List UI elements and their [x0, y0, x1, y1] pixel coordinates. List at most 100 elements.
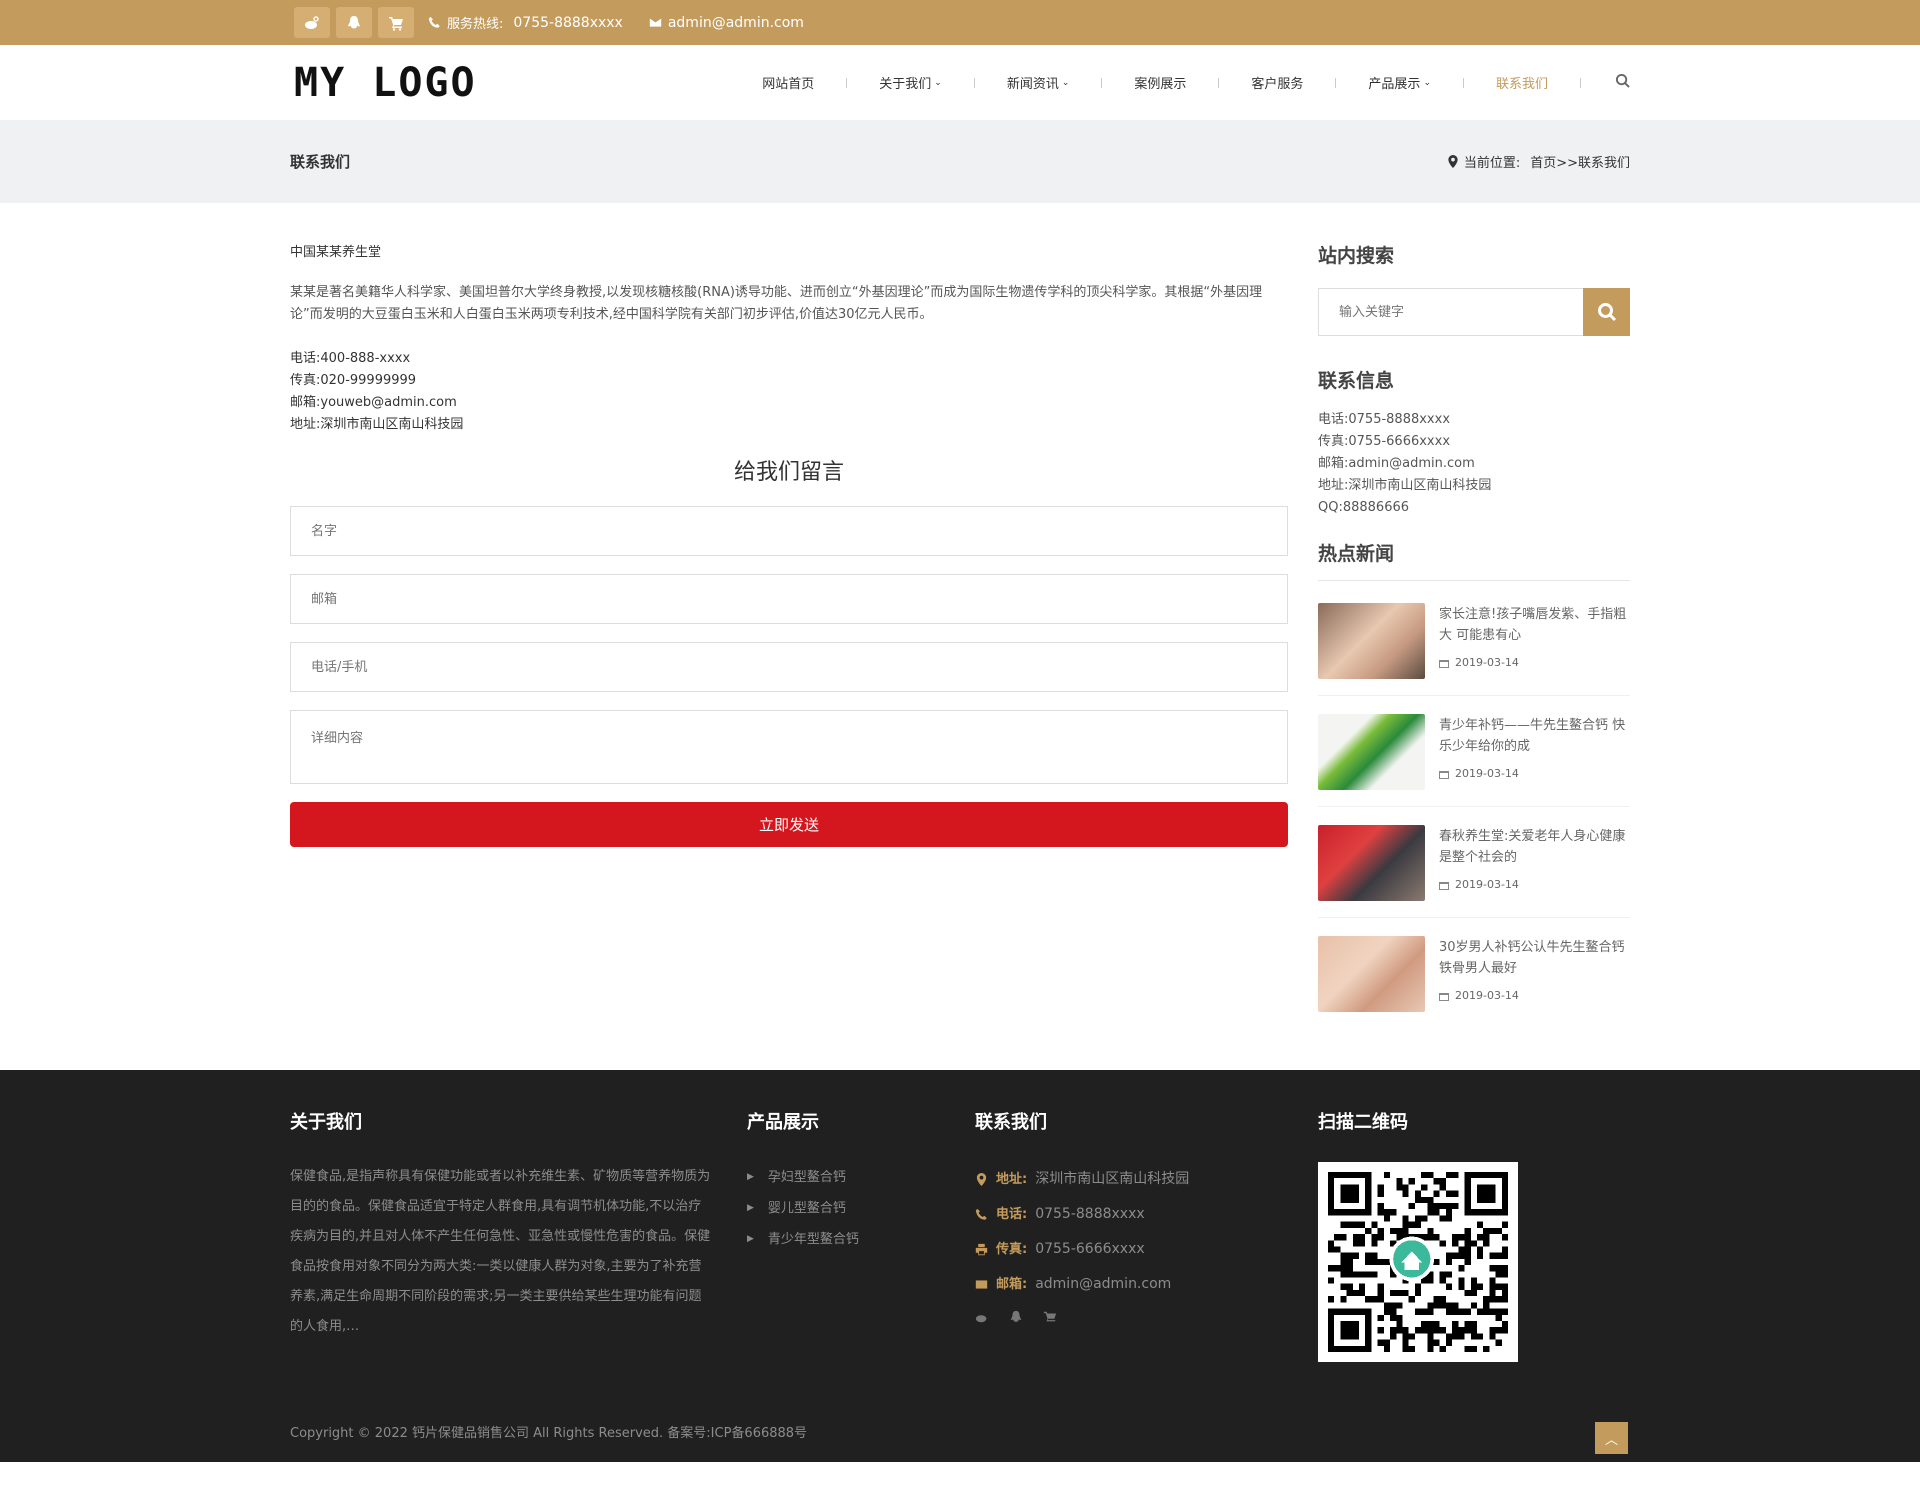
nav-item[interactable]: 产品展示 ⌄ — [1336, 73, 1463, 92]
news-item[interactable]: 春秋养生堂:关爱老年人身心健康是整个社会的 2019-03-14 — [1318, 825, 1630, 918]
nav-item[interactable]: 新闻资讯 ⌄ — [975, 73, 1102, 92]
detail-textarea[interactable] — [290, 710, 1288, 784]
weibo-icon[interactable] — [975, 1310, 989, 1324]
page-title: 联系我们 — [290, 153, 351, 171]
nav-item-label: 新闻资讯 — [1006, 77, 1059, 92]
footer-fax-label: 传真: — [996, 1242, 1028, 1257]
triangle-right-icon: ▶ — [747, 1234, 754, 1244]
chevron-down-icon: ⌄ — [934, 77, 942, 88]
breadcrumb-label: 当前位置: — [1463, 156, 1521, 171]
topbar-email[interactable]: admin@admin.com — [668, 15, 804, 31]
page-title-bar: 联系我们 当前位置: 首页>>联系我们 — [0, 120, 1920, 203]
printer-icon — [975, 1243, 988, 1256]
footer-products-title: 产品展示 — [747, 1112, 819, 1133]
footer-fax: 传真: 0755-6666xxxx — [975, 1232, 1318, 1267]
qq-icon[interactable] — [336, 7, 372, 38]
qq-icon[interactable] — [1009, 1310, 1023, 1324]
message-form: 立即发送 — [290, 506, 1288, 847]
phone-icon — [975, 1208, 987, 1220]
weibo-icon[interactable] — [294, 7, 330, 38]
nav-item-label: 联系我们 — [1495, 77, 1548, 92]
nav-item[interactable]: 案例展示 — [1102, 73, 1218, 92]
site-search-title: 站内搜索 — [1318, 245, 1395, 267]
nav-item[interactable]: 客户服务 — [1219, 73, 1335, 92]
footer-about-title: 关于我们 — [290, 1112, 362, 1133]
mail-icon — [975, 1280, 988, 1289]
news-title[interactable]: 春秋养生堂:关爱老年人身心健康是整个社会的 — [1439, 826, 1630, 868]
name-input[interactable] — [290, 506, 1288, 556]
news-date: 2019-03-14 — [1439, 656, 1630, 669]
footer-email-label: 邮箱: — [996, 1277, 1028, 1292]
phone-icon — [428, 16, 440, 28]
nav-item-label: 客户服务 — [1251, 77, 1304, 92]
site-logo[interactable]: MY LOGO — [290, 60, 477, 106]
footer-email-value[interactable]: admin@admin.com — [1035, 1267, 1171, 1302]
news-title[interactable]: 30岁男人补钙公认牛先生鳌合钙铁骨男人最好 — [1439, 937, 1630, 979]
cart-icon[interactable] — [1043, 1310, 1057, 1324]
search-button[interactable] — [1583, 288, 1630, 336]
company-intro: 某某是著名美籍华人科学家、美国坦普尔大学终身教授,以发现核糖核酸(RNA)诱导功… — [290, 285, 1263, 322]
contact-info: 电话:0755-8888xxxx 传真:0755-6666xxxx 邮箱:adm… — [1318, 409, 1630, 519]
triangle-right-icon: ▶ — [747, 1172, 754, 1182]
footer-qrcode-title: 扫描二维码 — [1318, 1112, 1408, 1133]
company-name: 中国某某养生堂 — [290, 245, 382, 260]
hotline-number: 0755-8888xxxx — [513, 14, 623, 31]
news-thumbnail[interactable] — [1318, 936, 1425, 1012]
contact-email: 邮箱:youweb@admin.com — [290, 395, 457, 410]
footer-phone: 电话: 0755-8888xxxx — [975, 1197, 1318, 1232]
news-item[interactable]: 青少年补钙——牛先生鳌合钙 快乐少年给你的成 2019-03-14 — [1318, 714, 1630, 807]
footer: 关于我们 保健食品,是指声称具有保健功能或者以补充维生素、矿物质等营养物质为目的… — [0, 1070, 1920, 1462]
calendar-icon — [1439, 992, 1449, 1001]
footer-product-item[interactable]: ▶ 青少年型鳌合钙 — [747, 1224, 975, 1255]
message-form-title: 给我们留言 — [733, 460, 844, 485]
footer-phone-value: 0755-8888xxxx — [1035, 1206, 1145, 1222]
news-date-value: 2019-03-14 — [1455, 989, 1519, 1002]
location-pin-icon — [1448, 155, 1458, 168]
footer-qrcode: 扫描二维码 — [1318, 1108, 1518, 1362]
breadcrumb-path[interactable]: 首页>>联系我们 — [1530, 152, 1630, 171]
contact-fax: 传真:020-99999999 — [290, 373, 417, 388]
main-content: 中国某某养生堂 某某是著名美籍华人科学家、美国坦普尔大学终身教授,以发现核糖核酸… — [290, 203, 1630, 1046]
hotline: 服务热线: 0755-8888xxxx admin@admin.com — [420, 13, 822, 32]
nav-item-label: 案例展示 — [1134, 77, 1187, 92]
search-input[interactable] — [1318, 288, 1583, 336]
footer-phone-label: 电话: — [996, 1207, 1028, 1222]
calendar-icon — [1439, 770, 1449, 779]
footer-product-item[interactable]: ▶ 孕妇型鳌合钙 — [747, 1162, 975, 1193]
chevron-down-icon: ⌄ — [1061, 77, 1070, 88]
back-to-top-button[interactable]: ︿ — [1595, 1422, 1628, 1454]
cart-icon[interactable] — [378, 7, 414, 38]
news-thumbnail[interactable] — [1318, 714, 1425, 790]
footer-about-text: 保健食品,是指声称具有保健功能或者以补充维生素、矿物质等营养物质为目的的食品。保… — [290, 1169, 711, 1334]
news-thumbnail[interactable] — [1318, 603, 1425, 679]
info-phone: 电话:0755-8888xxxx — [1318, 412, 1451, 427]
breadcrumb: 当前位置: 首页>>联系我们 — [1448, 152, 1630, 171]
sidebar: 站内搜索 联系信息 电话:0755-8888xxxx 传真:0755-6666x… — [1318, 241, 1630, 1046]
nav-item[interactable]: 联系我们 — [1464, 73, 1580, 92]
footer-product-item[interactable]: ▶ 婴儿型鳌合钙 — [747, 1193, 975, 1224]
footer-fax-value: 0755-6666xxxx — [1035, 1241, 1145, 1257]
nav-item[interactable]: 网站首页 — [730, 73, 846, 92]
footer-contact: 联系我们 地址: 深圳市南山区南山科技园 电话: 0755-8888xxxx 传… — [975, 1108, 1318, 1362]
news-item[interactable]: 家长注意!孩子嘴唇发紫、手指粗大 可能患有心 2019-03-14 — [1318, 603, 1630, 696]
news-title[interactable]: 家长注意!孩子嘴唇发紫、手指粗大 可能患有心 — [1439, 604, 1630, 646]
main-nav: 网站首页 关于我们 ⌄ 新闻资讯 ⌄ 案例展示 客户服务 产品展示 ⌄ 联系我们 — [730, 73, 1630, 92]
footer-email: 邮箱: admin@admin.com — [975, 1267, 1318, 1302]
triangle-right-icon: ▶ — [747, 1203, 754, 1213]
news-item[interactable]: 30岁男人补钙公认牛先生鳌合钙铁骨男人最好 2019-03-14 — [1318, 936, 1630, 1028]
footer-product-label: 孕妇型鳌合钙 — [767, 1170, 846, 1185]
top-bar: 服务热线: 0755-8888xxxx admin@admin.com — [0, 0, 1920, 45]
news-title[interactable]: 青少年补钙——牛先生鳌合钙 快乐少年给你的成 — [1439, 715, 1630, 757]
phone-input[interactable] — [290, 642, 1288, 692]
header: MY LOGO 网站首页 关于我们 ⌄ 新闻资讯 ⌄ 案例展示 客户服务 产品展示 ⌄ 联系我们 — [0, 45, 1920, 120]
nav-search-button[interactable] — [1581, 73, 1630, 92]
news-thumbnail[interactable] — [1318, 825, 1425, 901]
copyright: Copyright © 2022 钙片保健品销售公司 All Rights Re… — [290, 1426, 808, 1441]
email-input[interactable] — [290, 574, 1288, 624]
submit-button[interactable]: 立即发送 — [290, 802, 1288, 847]
news-text: 青少年补钙——牛先生鳌合钙 快乐少年给你的成 2019-03-14 — [1439, 714, 1630, 790]
news-date: 2019-03-14 — [1439, 878, 1630, 891]
footer-product-label: 婴儿型鳌合钙 — [767, 1201, 846, 1216]
footer-contact-title: 联系我们 — [975, 1112, 1047, 1133]
nav-item[interactable]: 关于我们 ⌄ — [847, 73, 974, 92]
